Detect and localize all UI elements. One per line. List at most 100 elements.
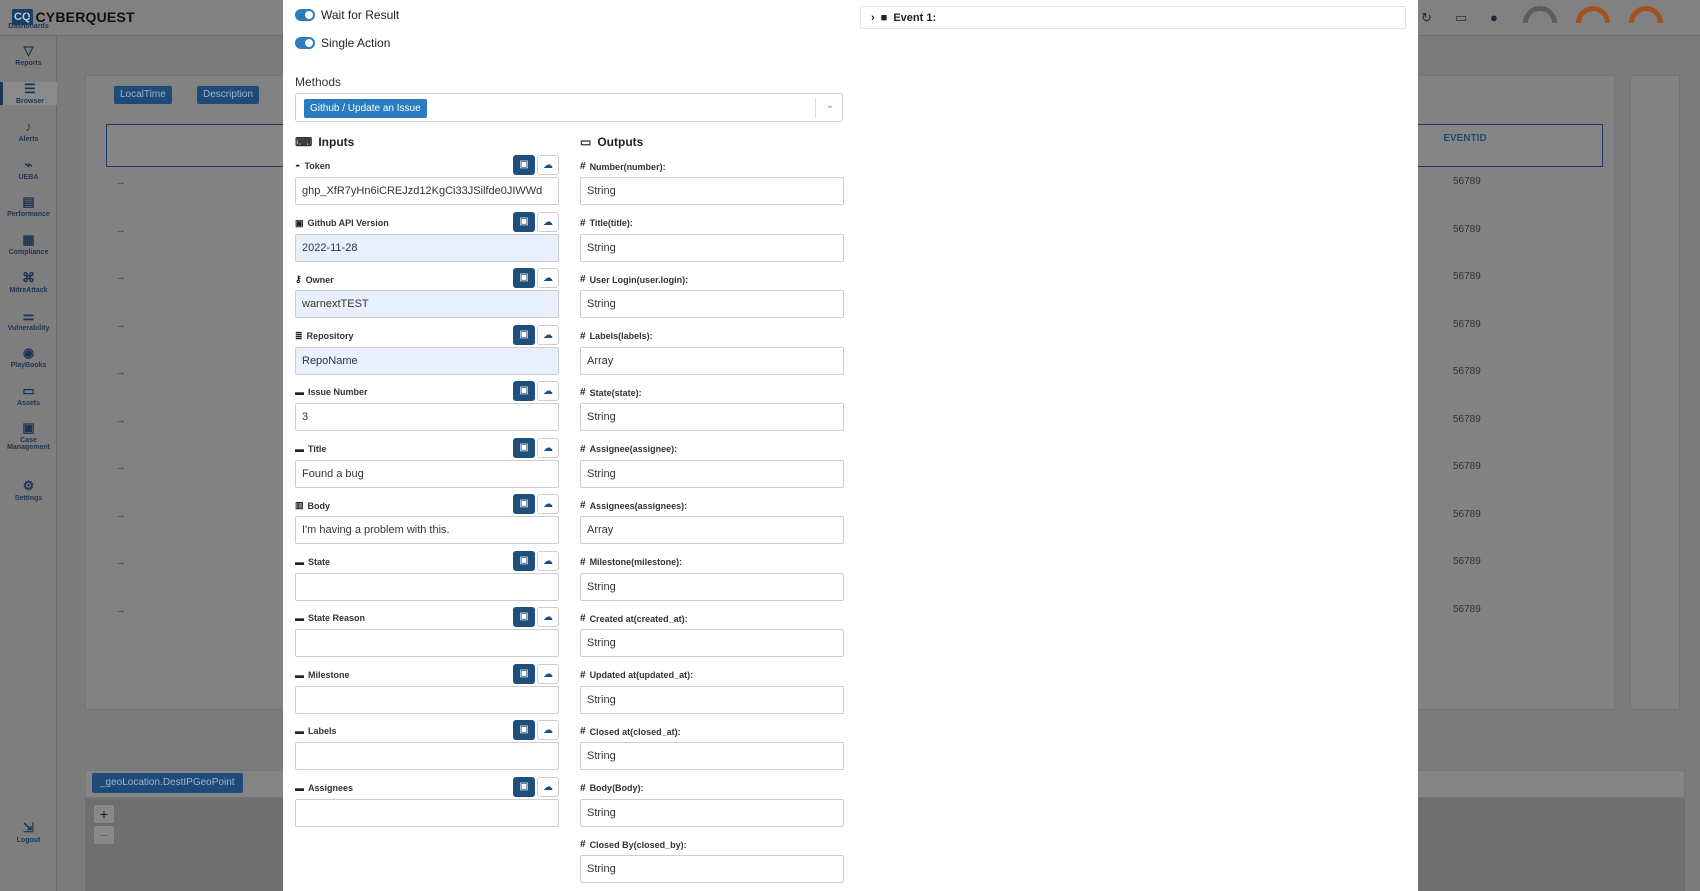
output-type-input[interactable]: String bbox=[580, 459, 844, 488]
filter-chip[interactable]: LocalTime bbox=[114, 86, 172, 104]
row-expand-icon[interactable]: → bbox=[115, 509, 126, 521]
sidebar-item-mitreattack[interactable]: ⌘ MitreAttack bbox=[0, 271, 57, 295]
output-type-input[interactable]: String bbox=[580, 290, 844, 318]
event-panel-header[interactable]: › ■ Event 1: bbox=[860, 6, 1406, 29]
field-label-text: Created at(created_at): bbox=[589, 613, 688, 624]
filter-chip[interactable]: Description bbox=[197, 86, 260, 104]
field-input[interactable] bbox=[295, 798, 559, 827]
cloud-button[interactable]: ☁ bbox=[537, 494, 559, 514]
sidebar-item-case-management[interactable]: ▣ Case Management bbox=[0, 421, 57, 452]
cloud-button[interactable]: ☁ bbox=[537, 324, 559, 345]
inputs-section-title: ⌨ Inputs bbox=[295, 135, 354, 149]
sidebar-item-logout[interactable]: ⇲ Logout bbox=[0, 821, 57, 845]
camera-button[interactable]: ▣ bbox=[513, 155, 535, 175]
methods-select[interactable]: Github / Update an Issue ⌄ bbox=[295, 93, 843, 122]
cloud-button[interactable]: ☁ bbox=[537, 268, 559, 288]
camera-button[interactable]: ▣ bbox=[513, 607, 535, 627]
wait-for-result-toggle[interactable] bbox=[295, 9, 315, 21]
bell-icon: ♪ bbox=[25, 119, 32, 134]
field-label: # Labels(labels): bbox=[580, 331, 653, 342]
cloud-button[interactable]: ☁ bbox=[537, 155, 559, 175]
row-expand-icon[interactable]: → bbox=[115, 414, 126, 426]
method-chip[interactable]: Github / Update an Issue bbox=[304, 99, 427, 118]
output-type-input[interactable]: String bbox=[580, 855, 844, 883]
field-label-text: Issue Number bbox=[308, 387, 368, 397]
user-icon[interactable]: ● bbox=[1490, 10, 1498, 25]
hash-icon: # bbox=[580, 669, 586, 681]
sidebar-item-alerts[interactable]: ♪ Alerts bbox=[0, 119, 57, 144]
output-type-input[interactable]: String bbox=[580, 629, 844, 657]
field-label-text: Body(Body): bbox=[589, 783, 644, 793]
single-action-toggle[interactable] bbox=[295, 37, 315, 49]
cloud-button[interactable]: ☁ bbox=[537, 776, 559, 797]
cloud-button[interactable]: ☁ bbox=[537, 720, 559, 740]
field-input[interactable] bbox=[295, 572, 559, 601]
output-type-input[interactable]: String bbox=[580, 685, 844, 714]
sidebar-item-compliance[interactable]: ▦ Compliance bbox=[0, 233, 57, 257]
barcode-icon: ▬ bbox=[295, 387, 304, 397]
cloud-button[interactable]: ☁ bbox=[537, 663, 559, 684]
camera-button[interactable]: ▣ bbox=[513, 324, 535, 345]
field-input[interactable]: warnextTEST bbox=[295, 290, 559, 318]
chevron-right-icon[interactable]: › bbox=[871, 12, 875, 24]
output-type-input[interactable]: String bbox=[580, 742, 844, 770]
row-expand-icon[interactable]: → bbox=[115, 224, 126, 236]
sidebar-item-performance[interactable]: ▤ Performance bbox=[0, 195, 57, 219]
output-type-input[interactable]: Array bbox=[580, 516, 844, 544]
chevron-down-icon[interactable]: ⌄ bbox=[826, 100, 834, 111]
field-input[interactable] bbox=[295, 629, 559, 657]
output-type-input[interactable]: String bbox=[580, 572, 844, 601]
output-type-input[interactable]: Array bbox=[580, 346, 844, 375]
field-input[interactable] bbox=[295, 685, 559, 714]
sidebar-item-vulnerability[interactable]: ⚌ Vulnerability bbox=[0, 309, 57, 333]
output-type-input[interactable]: String bbox=[580, 177, 844, 205]
sidebar-item-dashboards[interactable]: ⌂ Dashboards bbox=[0, 7, 57, 31]
field-input[interactable]: RepoName bbox=[295, 346, 559, 375]
camera-button[interactable]: ▣ bbox=[513, 268, 535, 288]
output-type-input[interactable]: String bbox=[580, 798, 844, 827]
field-input[interactable]: 3 bbox=[295, 403, 559, 431]
cloud-button[interactable]: ☁ bbox=[537, 211, 559, 232]
field-input[interactable]: I'm having a problem with this. bbox=[295, 516, 559, 544]
cloud-button[interactable]: ☁ bbox=[537, 607, 559, 627]
field-input[interactable] bbox=[295, 742, 559, 770]
sidebar-item-browser[interactable]: ☰ Browser bbox=[0, 82, 57, 105]
cloud-button[interactable]: ☁ bbox=[537, 437, 559, 458]
row-expand-icon[interactable]: → bbox=[115, 271, 126, 283]
sidebar-item-settings[interactable]: ⚙ Settings bbox=[0, 479, 57, 503]
sidebar-item-label: Dashboards bbox=[8, 23, 49, 30]
row-expand-icon[interactable]: → bbox=[115, 461, 126, 473]
row-expand-icon[interactable]: → bbox=[115, 319, 126, 331]
row-expand-icon[interactable]: → bbox=[115, 366, 126, 378]
camera-button[interactable]: ▣ bbox=[513, 663, 535, 684]
row-expand-icon[interactable]: → bbox=[115, 176, 126, 188]
sidebar-item-assets[interactable]: ▭ Assets bbox=[0, 384, 57, 408]
field-input[interactable]: Found a bug bbox=[295, 459, 559, 488]
wait-for-result-row[interactable]: Wait for Result bbox=[295, 8, 399, 22]
camera-button[interactable]: ▣ bbox=[513, 437, 535, 458]
camera-button[interactable]: ▣ bbox=[513, 211, 535, 232]
camera-button[interactable]: ▣ bbox=[513, 776, 535, 797]
single-action-row[interactable]: Single Action bbox=[295, 36, 390, 50]
camera-button[interactable]: ▣ bbox=[513, 381, 535, 401]
sidebar-item-ueba[interactable]: ⌁ UEBA bbox=[0, 158, 57, 182]
cloud-button[interactable]: ☁ bbox=[537, 550, 559, 571]
map-field-chip[interactable]: _geoLocation.DestIPGeoPoint bbox=[92, 773, 243, 793]
row-expand-icon[interactable]: → bbox=[115, 556, 126, 568]
screen-icon[interactable]: ▭ bbox=[1455, 10, 1467, 26]
sidebar-item-reports[interactable]: ▽ Reports bbox=[0, 44, 57, 68]
column-header-eventid[interactable]: EVENTID bbox=[1435, 133, 1495, 144]
cloud-button[interactable]: ☁ bbox=[537, 381, 559, 401]
row-expand-icon[interactable]: → bbox=[115, 604, 126, 616]
refresh-icon[interactable]: ↻ bbox=[1421, 10, 1432, 26]
output-type-input[interactable]: String bbox=[580, 403, 844, 431]
zoom-in-button[interactable]: + bbox=[93, 804, 115, 824]
camera-button[interactable]: ▣ bbox=[513, 550, 535, 571]
camera-button[interactable]: ▣ bbox=[513, 720, 535, 740]
camera-button[interactable]: ▣ bbox=[513, 494, 535, 514]
field-input[interactable]: ghp_XfR7yHn6iCREJzd12KgCi33JSilfde0JIWWd bbox=[295, 177, 559, 205]
output-type-input[interactable]: String bbox=[580, 233, 844, 262]
sidebar-item-playbooks[interactable]: ◉ PlayBooks bbox=[0, 346, 57, 370]
field-input[interactable]: 2022-11-28 bbox=[295, 233, 559, 262]
zoom-out-button[interactable]: − bbox=[93, 825, 115, 845]
